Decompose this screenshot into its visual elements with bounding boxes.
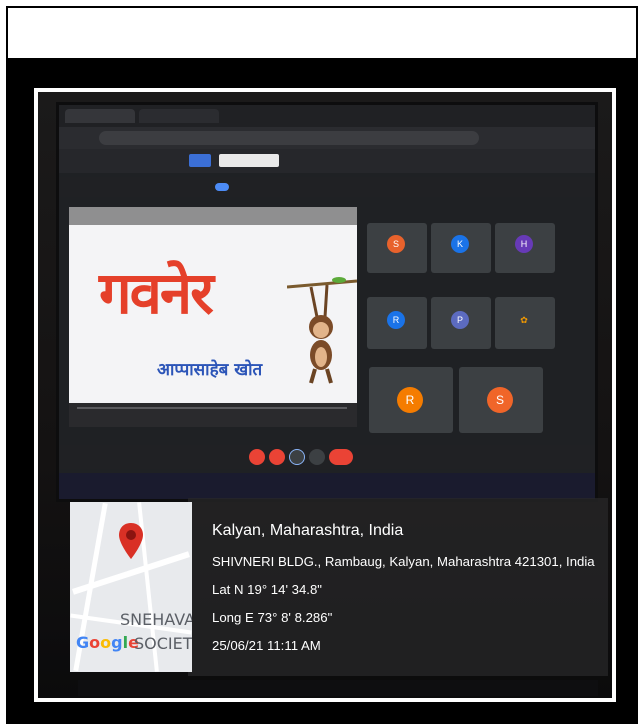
mic-icon xyxy=(249,449,265,465)
participant-avatar: R xyxy=(397,387,423,413)
meet-controls xyxy=(59,445,595,469)
participant-tile: R xyxy=(369,367,453,433)
presenting-bar xyxy=(59,177,595,197)
flower-icon: ✿ xyxy=(520,315,528,325)
notification-bar xyxy=(59,149,595,173)
keyboard-row xyxy=(78,680,598,696)
location-city: Kalyan, Maharashtra, India xyxy=(212,522,404,539)
notice-button xyxy=(219,154,279,167)
photo-frame: गवनेर आप्पासाहेब खोत S K H R P ✿ R S SNE… xyxy=(6,6,638,724)
participant-avatar: K xyxy=(451,235,469,253)
participant-tile: K xyxy=(431,223,491,273)
map-place-label: SOCIET xyxy=(134,634,192,653)
location-address: SHIVNERI BLDG., Rambaug, Kalyan, Maharas… xyxy=(212,554,595,569)
camera-icon xyxy=(269,449,285,465)
shared-slide: गवनेर आप्पासाहेब खोत xyxy=(69,207,357,427)
monkey-icon xyxy=(287,277,357,384)
browser-tab xyxy=(65,109,135,123)
browser-tab-strip xyxy=(59,105,595,127)
location-latitude: Lat N 19° 14' 34.8" xyxy=(212,582,322,597)
participant-avatar: S xyxy=(487,387,513,413)
present-icon xyxy=(289,449,305,465)
slide-title: गवनेर xyxy=(99,259,214,327)
map-thumbnail: SNEHAVA Google SOCIET xyxy=(70,502,192,672)
location-longitude: Long E 73° 8' 8.286" xyxy=(212,610,333,625)
more-icon xyxy=(309,449,325,465)
notice-button xyxy=(189,154,211,167)
participant-avatar: P xyxy=(451,311,469,329)
participant-tile: ✿ xyxy=(495,297,555,349)
hangup-icon xyxy=(329,449,353,465)
participant-tile: H xyxy=(495,223,555,273)
header-bar xyxy=(8,8,636,60)
participant-tile: S xyxy=(459,367,543,433)
photo: गवनेर आप्पासाहेब खोत S K H R P ✿ R S SNE… xyxy=(38,92,612,698)
participant-tile: R xyxy=(367,297,427,349)
browser-tab xyxy=(139,109,219,123)
windows-taskbar xyxy=(59,473,595,499)
address-bar xyxy=(59,127,595,149)
participant-avatar: R xyxy=(387,311,405,329)
participant-avatar: S xyxy=(387,235,405,253)
map-place-label: SNEHAVA xyxy=(120,610,192,629)
laptop-screen: गवनेर आप्पासाहेब खोत S K H R P ✿ R S xyxy=(56,102,598,502)
location-datetime: 25/06/21 11:11 AM xyxy=(212,638,321,653)
toggle-icon xyxy=(215,183,229,191)
video-controls xyxy=(69,403,357,427)
photo-border: गवनेर आप्पासाहेब खोत S K H R P ✿ R S SNE… xyxy=(34,88,616,702)
participant-tile: S xyxy=(367,223,427,273)
slide-subtitle: आप्पासाहेब खोत xyxy=(157,360,263,380)
participant-tile: P xyxy=(431,297,491,349)
google-logo: Google xyxy=(76,633,139,652)
participant-avatar: H xyxy=(515,235,533,253)
slide-topbar xyxy=(69,207,357,225)
map-pin-icon xyxy=(119,523,143,559)
